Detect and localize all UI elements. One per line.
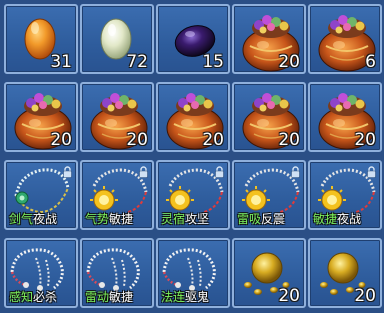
item-stats: 剑气夜战 xyxy=(9,212,57,226)
inventory-grid: 31 72 15 20 6 20 20 20 20 20 剑气夜战 气势敏捷 灵… xyxy=(0,0,384,313)
item-quantity: 72 xyxy=(126,52,148,72)
lock-icon xyxy=(290,163,301,178)
inventory-slot[interactable]: 感知必杀 xyxy=(4,238,78,308)
item-quantity: 20 xyxy=(354,286,376,306)
lock-icon xyxy=(62,163,73,178)
inventory-slot[interactable]: 雷动敏捷 xyxy=(80,238,154,308)
secondary-stat: 必杀 xyxy=(33,290,58,304)
secondary-stat: 敏捷 xyxy=(109,212,134,226)
inventory-slot[interactable]: 敏捷夜战 xyxy=(308,160,382,230)
secondary-stat: 反震 xyxy=(261,212,286,226)
item-quantity: 20 xyxy=(278,130,300,150)
inventory-slot[interactable]: 31 xyxy=(4,4,78,74)
inventory-slot[interactable]: 6 xyxy=(308,4,382,74)
lock-icon xyxy=(366,163,377,178)
inventory-slot[interactable]: 20 xyxy=(156,82,230,152)
secondary-stat: 驱鬼 xyxy=(185,290,210,304)
item-stats: 感知必杀 xyxy=(9,290,57,304)
inventory-slot[interactable]: 20 xyxy=(308,238,382,308)
item-quantity: 31 xyxy=(50,52,72,72)
item-quantity: 20 xyxy=(50,130,72,150)
inventory-slot[interactable]: 20 xyxy=(232,4,306,74)
inventory-slot[interactable]: 气势敏捷 xyxy=(80,160,154,230)
inventory-slot[interactable]: 灵宿攻坚 xyxy=(156,160,230,230)
item-quantity: 20 xyxy=(202,130,224,150)
primary-stat: 剑气 xyxy=(9,212,34,226)
item-quantity: 6 xyxy=(365,52,376,72)
primary-stat: 敏捷 xyxy=(313,212,338,226)
inventory-slot[interactable]: 雷吸反震 xyxy=(232,160,306,230)
inventory-slot[interactable]: 20 xyxy=(4,82,78,152)
secondary-stat: 敏捷 xyxy=(109,290,134,304)
item-stats: 法连驱鬼 xyxy=(161,290,209,304)
item-quantity: 20 xyxy=(278,52,300,72)
item-stats: 敏捷夜战 xyxy=(313,212,361,226)
primary-stat: 雷动 xyxy=(85,290,110,304)
inventory-slot[interactable]: 20 xyxy=(232,238,306,308)
primary-stat: 气势 xyxy=(85,212,110,226)
item-stats: 气势敏捷 xyxy=(85,212,133,226)
secondary-stat: 攻坚 xyxy=(185,212,210,226)
primary-stat: 法连 xyxy=(161,290,186,304)
secondary-stat: 夜战 xyxy=(337,212,362,226)
inventory-slot[interactable]: 15 xyxy=(156,4,230,74)
lock-icon xyxy=(214,163,225,178)
inventory-slot[interactable]: 20 xyxy=(232,82,306,152)
inventory-slot[interactable]: 剑气夜战 xyxy=(4,160,78,230)
item-quantity: 20 xyxy=(354,130,376,150)
inventory-slot[interactable]: 法连驱鬼 xyxy=(156,238,230,308)
inventory-slot[interactable]: 20 xyxy=(80,82,154,152)
item-quantity: 20 xyxy=(278,286,300,306)
lock-icon xyxy=(138,163,149,178)
primary-stat: 灵宿 xyxy=(161,212,186,226)
item-quantity: 15 xyxy=(202,52,224,72)
primary-stat: 感知 xyxy=(9,290,34,304)
item-quantity: 20 xyxy=(126,130,148,150)
item-stats: 雷吸反震 xyxy=(237,212,285,226)
secondary-stat: 夜战 xyxy=(33,212,58,226)
item-stats: 雷动敏捷 xyxy=(85,290,133,304)
inventory-slot[interactable]: 20 xyxy=(308,82,382,152)
primary-stat: 雷吸 xyxy=(237,212,262,226)
inventory-slot[interactable]: 72 xyxy=(80,4,154,74)
item-stats: 灵宿攻坚 xyxy=(161,212,209,226)
